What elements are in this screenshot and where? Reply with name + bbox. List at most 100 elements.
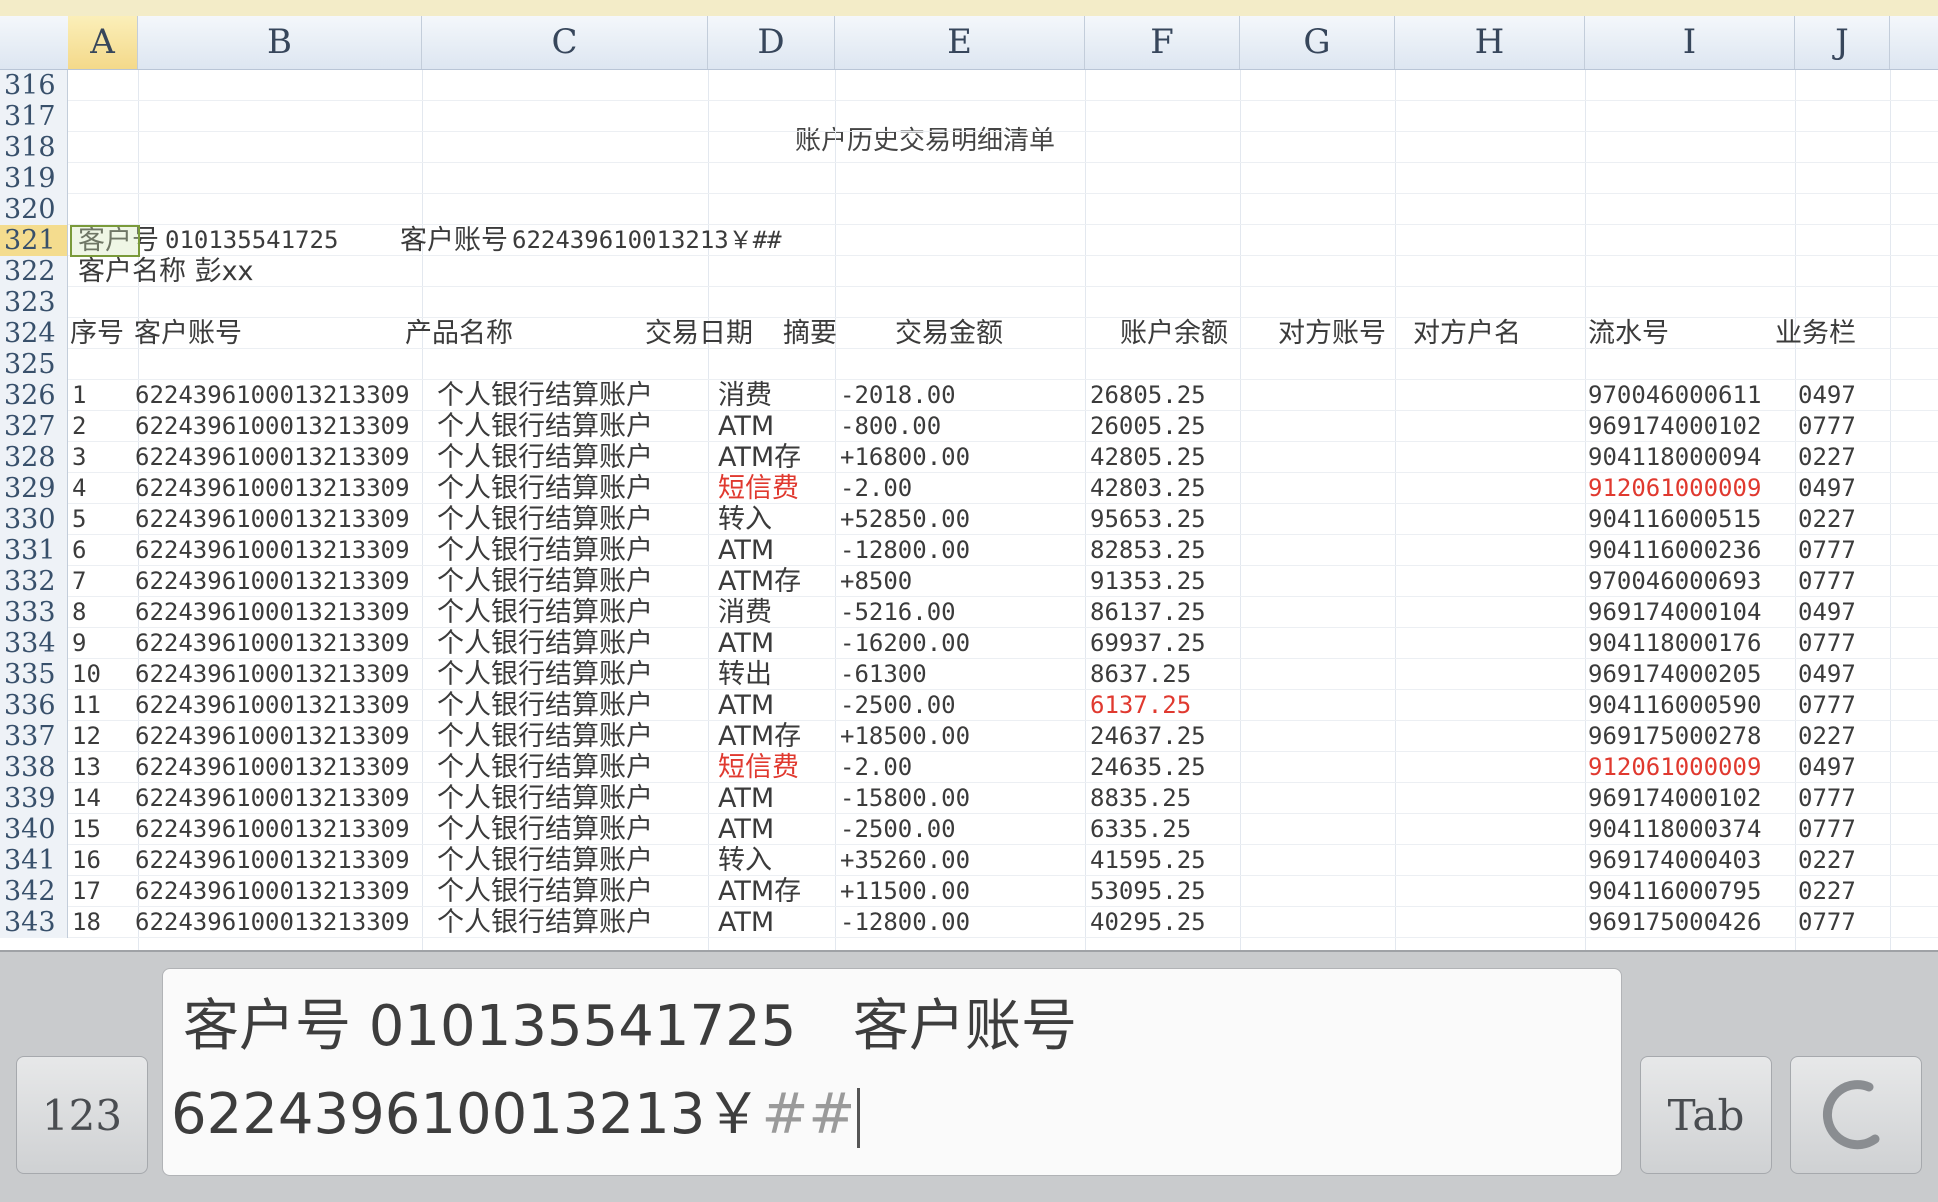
column-header-h[interactable]: H — [1395, 16, 1585, 69]
seq-cell[interactable]: 13 — [72, 752, 101, 783]
amount-cell[interactable]: +11500.00 — [840, 876, 970, 907]
customer-id-value[interactable]: 010135541725 — [165, 225, 338, 256]
biz-cell[interactable]: 0777 — [1798, 690, 1856, 721]
memo-cell[interactable]: ATM存 — [718, 566, 801, 597]
column-title[interactable]: 流水号 — [1588, 318, 1669, 349]
seq-cell[interactable]: 16 — [72, 845, 101, 876]
amount-cell[interactable]: -2018.00 — [840, 380, 956, 411]
biz-cell[interactable]: 0777 — [1798, 566, 1856, 597]
biz-cell[interactable]: 0497 — [1798, 380, 1856, 411]
seq-cell[interactable]: 6 — [72, 535, 86, 566]
table-row[interactable]: 329 4 6224396100013213309 个人银行结算账户 短信费 -2.00 4… — [0, 473, 1938, 504]
row-number[interactable]: 330 — [0, 504, 68, 535]
account-cell[interactable]: 6224396100013213309 — [135, 566, 410, 597]
row-number[interactable]: 340 — [0, 814, 68, 845]
amount-cell[interactable]: -12800.00 — [840, 535, 970, 566]
table-row[interactable]: 332 7 6224396100013213309 个人银行结算账户 ATM存 +8500… — [0, 566, 1938, 597]
account-cell[interactable]: 6224396100013213309 — [135, 442, 410, 473]
amount-cell[interactable]: +18500.00 — [840, 721, 970, 752]
memo-cell[interactable]: ATM — [718, 907, 774, 938]
column-header-a[interactable]: A — [68, 16, 138, 69]
balance-cell[interactable]: 82853.25 — [1090, 535, 1206, 566]
table-row[interactable]: 339 14 6224396100013213309 个人银行结算账户 ATM -1580… — [0, 783, 1938, 814]
product-cell[interactable]: 个人银行结算账户 — [437, 845, 653, 876]
column-header-i[interactable]: I — [1585, 16, 1795, 69]
memo-cell[interactable]: 短信费 — [718, 752, 799, 783]
account-value[interactable]: 622439610013213￥## — [512, 225, 782, 256]
biz-cell[interactable]: 0497 — [1798, 752, 1856, 783]
table-row[interactable]: 328 3 6224396100013213309 个人银行结算账户 ATM存 +1680… — [0, 442, 1938, 473]
row-number[interactable]: 331 — [0, 535, 68, 566]
seq-cell[interactable]: 17 — [72, 876, 101, 907]
column-title[interactable]: 业务栏 — [1775, 318, 1856, 349]
account-cell[interactable]: 6224396100013213309 — [135, 504, 410, 535]
biz-cell[interactable]: 0777 — [1798, 783, 1856, 814]
column-header-j[interactable]: J — [1795, 16, 1890, 69]
column-header-b[interactable]: B — [138, 16, 422, 69]
table-row[interactable]: 336 11 6224396100013213309 个人银行结算账户 ATM -2500… — [0, 690, 1938, 721]
column-header-e[interactable]: E — [835, 16, 1085, 69]
biz-cell[interactable]: 0497 — [1798, 597, 1856, 628]
product-cell[interactable]: 个人银行结算账户 — [437, 411, 653, 442]
balance-cell[interactable]: 41595.25 — [1090, 845, 1206, 876]
amount-cell[interactable]: -2500.00 — [840, 690, 956, 721]
tab-key-button[interactable]: Tab — [1640, 1056, 1772, 1174]
serial-cell[interactable]: 904118000374 — [1588, 814, 1761, 845]
balance-cell[interactable]: 8835.25 — [1090, 783, 1191, 814]
table-row[interactable]: 333 8 6224396100013213309 个人银行结算账户 消费 -5216.0… — [0, 597, 1938, 628]
memo-cell[interactable]: ATM — [718, 783, 774, 814]
memo-cell[interactable]: ATM存 — [718, 442, 801, 473]
column-header-g[interactable]: G — [1240, 16, 1395, 69]
serial-cell[interactable]: 969174000403 — [1588, 845, 1761, 876]
seq-cell[interactable]: 12 — [72, 721, 101, 752]
product-cell[interactable]: 个人银行结算账户 — [437, 442, 653, 473]
row-number[interactable]: 336 — [0, 690, 68, 721]
memo-cell[interactable]: ATM — [718, 411, 774, 442]
column-title[interactable]: 对方户名 — [1413, 318, 1521, 349]
account-label[interactable]: 客户账号 — [400, 225, 508, 256]
table-row[interactable]: 324 序号 客户账号 产品名称 交易日期 摘要 交易金额 账户余额 对方账号 对方户名 流水号 业务… — [0, 318, 1938, 349]
serial-cell[interactable]: 904116000590 — [1588, 690, 1761, 721]
serial-cell[interactable]: 970046000611 — [1588, 380, 1761, 411]
row-number[interactable]: 327 — [0, 411, 68, 442]
biz-cell[interactable]: 0777 — [1798, 814, 1856, 845]
biz-cell[interactable]: 0227 — [1798, 504, 1856, 535]
table-row[interactable]: 317 — [0, 101, 1938, 132]
memo-cell[interactable]: 转入 — [718, 845, 772, 876]
amount-cell[interactable]: +8500 — [840, 566, 912, 597]
seq-cell[interactable]: 10 — [72, 659, 101, 690]
serial-cell[interactable]: 969174000102 — [1588, 411, 1761, 442]
serial-cell[interactable]: 904118000094 — [1588, 442, 1761, 473]
row-number[interactable]: 321 — [0, 225, 68, 256]
amount-cell[interactable]: -2500.00 — [840, 814, 956, 845]
undo-button[interactable] — [1790, 1056, 1922, 1174]
account-cell[interactable]: 6224396100013213309 — [135, 845, 410, 876]
balance-cell[interactable]: 8637.25 — [1090, 659, 1191, 690]
table-row[interactable]: 322 客户名称 彭xx — [0, 256, 1938, 287]
seq-cell[interactable]: 1 — [72, 380, 86, 411]
amount-cell[interactable]: +52850.00 — [840, 504, 970, 535]
seq-cell[interactable]: 3 — [72, 442, 86, 473]
balance-cell[interactable]: 40295.25 — [1090, 907, 1206, 938]
column-header-f[interactable]: F — [1085, 16, 1240, 69]
account-cell[interactable]: 6224396100013213309 — [135, 814, 410, 845]
row-number[interactable]: 329 — [0, 473, 68, 504]
serial-cell[interactable]: 969174000205 — [1588, 659, 1761, 690]
amount-cell[interactable]: -12800.00 — [840, 907, 970, 938]
serial-cell[interactable]: 912061000009 — [1588, 752, 1761, 783]
table-row[interactable]: 330 5 6224396100013213309 个人银行结算账户 转入 +52850.… — [0, 504, 1938, 535]
account-cell[interactable]: 6224396100013213309 — [135, 659, 410, 690]
account-cell[interactable]: 6224396100013213309 — [135, 411, 410, 442]
table-row[interactable]: 342 17 6224396100013213309 个人银行结算账户 ATM存 +115… — [0, 876, 1938, 907]
product-cell[interactable]: 个人银行结算账户 — [437, 814, 653, 845]
table-row[interactable]: 326 1 6224396100013213309 个人银行结算账户 消费 -2018.0… — [0, 380, 1938, 411]
customer-name[interactable]: 客户名称 彭xx — [78, 256, 254, 287]
balance-cell[interactable]: 6335.25 — [1090, 814, 1191, 845]
column-title[interactable]: 摘要 — [783, 318, 837, 349]
column-header-c[interactable]: C — [422, 16, 708, 69]
numeric-keys-button[interactable]: 123 — [16, 1056, 148, 1174]
balance-cell[interactable]: 24635.25 — [1090, 752, 1206, 783]
seq-cell[interactable]: 15 — [72, 814, 101, 845]
amount-cell[interactable]: -2.00 — [840, 473, 912, 504]
balance-cell[interactable]: 53095.25 — [1090, 876, 1206, 907]
